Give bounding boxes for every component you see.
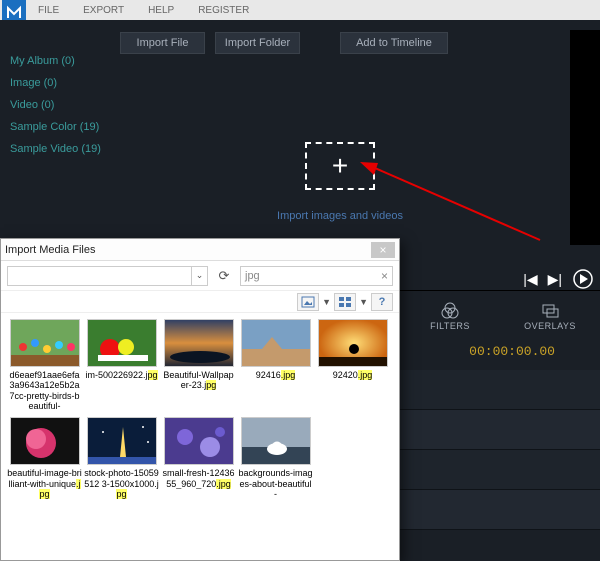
path-input[interactable] bbox=[7, 266, 192, 286]
import-folder-button[interactable]: Import Folder bbox=[215, 32, 300, 54]
menubar: FILE EXPORT HELP REGISTER bbox=[0, 0, 600, 20]
path-dropdown-icon[interactable]: ⌄ bbox=[192, 266, 208, 286]
file-name: backgrounds-images-about-beautiful- bbox=[238, 468, 313, 499]
menu-help[interactable]: HELP bbox=[136, 5, 186, 16]
dialog-titlebar[interactable]: Import Media Files × bbox=[1, 239, 399, 261]
bottom-tabs: FILTERS OVERLAYS bbox=[400, 290, 600, 340]
file-item[interactable]: small-fresh-1243655_960_720.jpg bbox=[161, 417, 236, 499]
file-thumbnail bbox=[164, 319, 234, 367]
file-thumbnail bbox=[318, 319, 388, 367]
timeline-row[interactable] bbox=[400, 370, 600, 410]
file-name: Beautiful-Wallpaper-23.jpg bbox=[161, 370, 236, 391]
preview-pane bbox=[570, 30, 600, 245]
view-dropdown-caret-icon[interactable]: ▼ bbox=[322, 297, 331, 307]
file-name: beautiful-image-brilliant-with-unique.jp… bbox=[7, 468, 82, 499]
dialog-view-options: ▼ ▼ ? bbox=[1, 291, 399, 313]
overlays-icon bbox=[541, 301, 559, 319]
file-name: 92416.jpg bbox=[256, 370, 296, 380]
file-item[interactable]: 92416.jpg bbox=[238, 319, 313, 411]
file-thumbnail bbox=[87, 417, 157, 465]
dropzone-label: Import images and videos bbox=[240, 210, 440, 222]
menu-export[interactable]: EXPORT bbox=[71, 5, 136, 16]
timeline-row[interactable] bbox=[400, 490, 600, 530]
timeline-row[interactable] bbox=[400, 450, 600, 490]
tab-filters[interactable]: FILTERS bbox=[400, 291, 500, 340]
tab-filters-label: FILTERS bbox=[430, 321, 470, 331]
file-item[interactable]: backgrounds-images-about-beautiful- bbox=[238, 417, 313, 499]
import-toolbar: Import File Import Folder Add to Timelin… bbox=[120, 32, 448, 54]
import-file-button[interactable]: Import File bbox=[120, 32, 205, 54]
prev-frame-icon[interactable]: |◀ bbox=[523, 271, 537, 288]
tab-overlays[interactable]: OVERLAYS bbox=[500, 291, 600, 340]
clear-search-icon[interactable]: × bbox=[381, 269, 388, 283]
plus-icon: + bbox=[332, 152, 348, 180]
sidebar-item-image[interactable]: Image (0) bbox=[10, 72, 115, 94]
tab-overlays-label: OVERLAYS bbox=[524, 321, 576, 331]
transport-controls: |◀ ▶| bbox=[523, 268, 594, 290]
sidebar-item-myalbum[interactable]: My Album (0) bbox=[10, 50, 115, 72]
menu-file[interactable]: FILE bbox=[26, 5, 71, 16]
dialog-file-grid: d6eaef91aae6efa3a9643a12e5b2a7cc-pretty-… bbox=[1, 313, 399, 560]
refresh-icon[interactable]: ⟳ bbox=[214, 266, 234, 286]
menu-register[interactable]: REGISTER bbox=[186, 5, 261, 16]
timeline-row[interactable] bbox=[400, 410, 600, 450]
dialog-title: Import Media Files bbox=[5, 244, 95, 256]
sidebar-item-samplevideo[interactable]: Sample Video (19) bbox=[10, 138, 115, 160]
file-item[interactable]: Beautiful-Wallpaper-23.jpg bbox=[161, 319, 236, 411]
file-thumbnail bbox=[164, 417, 234, 465]
app-area: My Album (0) Image (0) Video (0) Sample … bbox=[0, 20, 600, 541]
file-item[interactable]: beautiful-image-brilliant-with-unique.jp… bbox=[7, 417, 82, 499]
file-name: small-fresh-1243655_960_720.jpg bbox=[161, 468, 236, 489]
file-name: im-500226922.jpg bbox=[85, 370, 157, 380]
sidebar-item-samplecolor[interactable]: Sample Color (19) bbox=[10, 116, 115, 138]
add-to-timeline-button[interactable]: Add to Timeline bbox=[340, 32, 448, 54]
viewmode-dropdown-caret-icon[interactable]: ▼ bbox=[359, 297, 368, 307]
file-name: stock-photo-15059512 3-1500x1000.jpg bbox=[84, 468, 159, 499]
file-item[interactable]: stock-photo-15059512 3-1500x1000.jpg bbox=[84, 417, 159, 499]
file-item[interactable]: 92420.jpg bbox=[315, 319, 390, 411]
filters-icon bbox=[441, 301, 459, 319]
file-name: 92420.jpg bbox=[333, 370, 373, 380]
file-item[interactable]: d6eaef91aae6efa3a9643a12e5b2a7cc-pretty-… bbox=[7, 319, 82, 411]
file-thumbnail bbox=[241, 319, 311, 367]
view-mode-icon[interactable] bbox=[334, 293, 356, 311]
import-media-dialog: Import Media Files × ⌄ ⟳ jpg × ▼ ▼ ? d6e… bbox=[0, 238, 400, 561]
help-icon[interactable]: ? bbox=[371, 293, 393, 311]
dialog-toolbar: ⌄ ⟳ jpg × bbox=[1, 261, 399, 291]
file-thumbnail bbox=[87, 319, 157, 367]
timecode-display: 00:00:00.00 bbox=[469, 344, 555, 359]
file-thumbnail bbox=[10, 417, 80, 465]
logo-icon bbox=[6, 4, 22, 20]
timeline[interactable] bbox=[400, 370, 600, 530]
dialog-close-button[interactable]: × bbox=[371, 242, 395, 258]
search-input[interactable]: jpg × bbox=[240, 266, 393, 286]
file-item[interactable]: im-500226922.jpg bbox=[84, 319, 159, 411]
search-value: jpg bbox=[245, 270, 260, 282]
sidebar-item-video[interactable]: Video (0) bbox=[10, 94, 115, 116]
file-name: d6eaef91aae6efa3a9643a12e5b2a7cc-pretty-… bbox=[7, 370, 82, 411]
next-frame-icon[interactable]: ▶| bbox=[548, 271, 562, 288]
file-thumbnail bbox=[10, 319, 80, 367]
file-thumbnail bbox=[241, 417, 311, 465]
import-dropzone[interactable]: + bbox=[305, 142, 375, 190]
view-preview-icon[interactable] bbox=[297, 293, 319, 311]
media-sidebar: My Album (0) Image (0) Video (0) Sample … bbox=[0, 50, 115, 160]
play-icon[interactable] bbox=[572, 268, 594, 290]
